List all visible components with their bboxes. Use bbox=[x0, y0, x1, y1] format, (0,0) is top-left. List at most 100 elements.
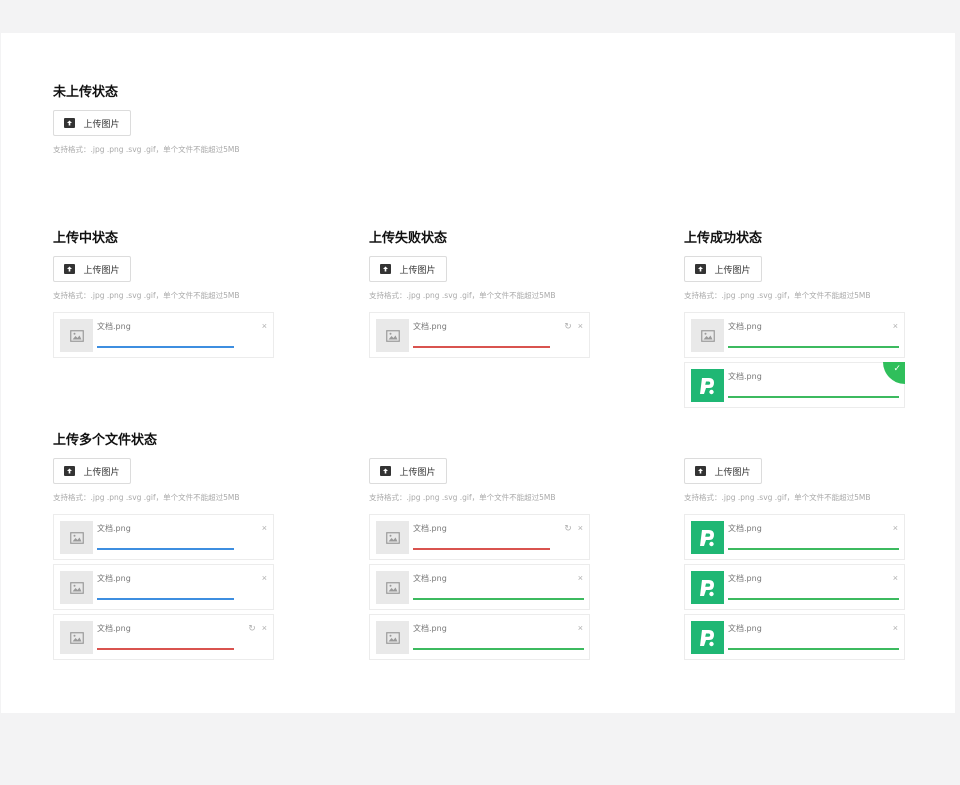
image-placeholder-icon bbox=[376, 521, 409, 554]
retry-icon[interactable]: ↻ bbox=[248, 623, 256, 633]
close-icon[interactable]: × bbox=[262, 573, 267, 583]
file-name: 文档.png bbox=[413, 624, 447, 633]
retry-icon[interactable]: ↻ bbox=[564, 321, 572, 331]
upload-button-label: 上传图片 bbox=[83, 119, 120, 130]
multi-column-1: 上传图片 支持格式：.jpg .png .svg .gif，单个文件不能超过5M… bbox=[53, 433, 275, 673]
file-actions: × bbox=[578, 573, 583, 583]
format-hint: 支持格式：.jpg .png .svg .gif，单个文件不能超过5MB bbox=[53, 145, 240, 154]
progress-fill bbox=[728, 396, 899, 398]
section-success: 上传成功状态 上传图片 支持格式：.jpg .png .svg .gif，单个文… bbox=[684, 231, 906, 421]
section-title: 未上传状态 bbox=[53, 85, 119, 100]
progress-bar bbox=[413, 548, 584, 550]
progress-fill bbox=[413, 346, 550, 348]
image-placeholder-icon bbox=[376, 621, 409, 654]
format-hint: 支持格式：.jpg .png .svg .gif，单个文件不能超过5MB bbox=[684, 493, 871, 502]
section-failed: 上传失败状态 上传图片 支持格式：.jpg .png .svg .gif，单个文… bbox=[369, 231, 591, 371]
file-item: 文档.png × bbox=[369, 564, 590, 610]
file-item: 文档.png × bbox=[53, 564, 274, 610]
section-title: 上传中状态 bbox=[53, 231, 119, 246]
retry-icon[interactable]: ↻ bbox=[564, 523, 572, 533]
file-actions: × bbox=[262, 321, 267, 331]
file-item: 文档.png × bbox=[684, 564, 905, 610]
file-list: 文档.png × 文档.png × 文档.png × bbox=[684, 514, 905, 664]
app-logo-icon bbox=[691, 521, 724, 554]
close-icon[interactable]: × bbox=[893, 523, 898, 533]
progress-bar bbox=[728, 598, 899, 600]
file-name: 文档.png bbox=[413, 524, 447, 533]
progress-bar bbox=[728, 548, 899, 550]
file-name: 文档.png bbox=[728, 322, 762, 331]
format-hint: 支持格式：.jpg .png .svg .gif，单个文件不能超过5MB bbox=[684, 291, 871, 300]
file-actions: × bbox=[893, 623, 898, 633]
file-name: 文档.png bbox=[97, 322, 131, 331]
file-list: 文档.png × 文档.png × 文档.png ↻ × bbox=[53, 514, 274, 664]
section-not-uploaded: 未上传状态 上传图片 支持格式：.jpg .png .svg .gif，单个文件… bbox=[53, 85, 313, 215]
image-placeholder-icon bbox=[691, 319, 724, 352]
app-logo-icon bbox=[691, 621, 724, 654]
file-item: 文档.png ✓ bbox=[684, 362, 905, 408]
file-name: 文档.png bbox=[97, 524, 131, 533]
progress-fill bbox=[413, 648, 584, 650]
check-icon: ✓ bbox=[893, 364, 901, 374]
file-actions: × bbox=[262, 523, 267, 533]
file-item: 文档.png × bbox=[684, 514, 905, 560]
multi-column-2: 上传图片 支持格式：.jpg .png .svg .gif，单个文件不能超过5M… bbox=[369, 433, 591, 673]
progress-bar bbox=[413, 648, 584, 650]
progress-bar bbox=[728, 648, 899, 650]
upload-image-button[interactable]: 上传图片 bbox=[369, 458, 447, 484]
close-icon[interactable]: × bbox=[262, 523, 267, 533]
upload-image-button[interactable]: 上传图片 bbox=[684, 256, 762, 282]
close-icon[interactable]: × bbox=[578, 321, 583, 331]
multi-column-3: 上传图片 支持格式：.jpg .png .svg .gif，单个文件不能超过5M… bbox=[684, 433, 906, 673]
progress-fill bbox=[97, 598, 234, 600]
file-list: 文档.png × bbox=[53, 312, 274, 362]
close-icon[interactable]: × bbox=[578, 523, 583, 533]
progress-bar bbox=[413, 598, 584, 600]
upload-image-button[interactable]: 上传图片 bbox=[53, 458, 131, 484]
progress-fill bbox=[97, 346, 234, 348]
upload-image-button[interactable]: 上传图片 bbox=[53, 256, 131, 282]
progress-bar bbox=[97, 346, 268, 348]
file-actions: × bbox=[262, 573, 267, 583]
progress-fill bbox=[728, 548, 899, 550]
close-icon[interactable]: × bbox=[262, 623, 267, 633]
upload-button-label: 上传图片 bbox=[714, 265, 751, 276]
file-item: 文档.png ↻ × bbox=[369, 312, 590, 358]
upload-image-button[interactable]: 上传图片 bbox=[369, 256, 447, 282]
close-icon[interactable]: × bbox=[893, 623, 898, 633]
file-name: 文档.png bbox=[97, 624, 131, 633]
format-hint: 支持格式：.jpg .png .svg .gif，单个文件不能超过5MB bbox=[53, 291, 240, 300]
close-icon[interactable]: × bbox=[578, 623, 583, 633]
image-placeholder-icon bbox=[376, 571, 409, 604]
image-placeholder-icon bbox=[60, 319, 93, 352]
close-icon[interactable]: × bbox=[893, 573, 898, 583]
upload-button-label: 上传图片 bbox=[83, 467, 120, 478]
file-list: 文档.png × 文档.png ✓ bbox=[684, 312, 905, 412]
file-item: 文档.png ↻ × bbox=[369, 514, 590, 560]
progress-bar bbox=[97, 548, 268, 550]
progress-bar bbox=[97, 598, 268, 600]
close-icon[interactable]: × bbox=[893, 321, 898, 331]
file-item: 文档.png ↻ × bbox=[53, 614, 274, 660]
file-actions: ↻ × bbox=[248, 623, 267, 633]
image-placeholder-icon bbox=[376, 319, 409, 352]
file-name: 文档.png bbox=[97, 574, 131, 583]
file-actions: × bbox=[893, 573, 898, 583]
progress-bar bbox=[728, 396, 899, 398]
close-icon[interactable]: × bbox=[578, 573, 583, 583]
upload-image-button[interactable]: 上传图片 bbox=[684, 458, 762, 484]
file-item: 文档.png × bbox=[53, 312, 274, 358]
upload-folder-icon bbox=[64, 118, 76, 128]
progress-fill bbox=[728, 648, 899, 650]
close-icon[interactable]: × bbox=[262, 321, 267, 331]
file-list: 文档.png ↻ × 文档.png × 文档.png × bbox=[369, 514, 590, 664]
app-logo-icon bbox=[691, 369, 724, 402]
upload-image-button[interactable]: 上传图片 bbox=[53, 110, 131, 136]
progress-bar bbox=[413, 346, 584, 348]
section-title: 上传失败状态 bbox=[369, 231, 448, 246]
format-hint: 支持格式：.jpg .png .svg .gif，单个文件不能超过5MB bbox=[369, 291, 556, 300]
file-list: 文档.png ↻ × bbox=[369, 312, 590, 362]
progress-fill bbox=[413, 598, 584, 600]
upload-button-label: 上传图片 bbox=[714, 467, 751, 478]
image-placeholder-icon bbox=[60, 621, 93, 654]
